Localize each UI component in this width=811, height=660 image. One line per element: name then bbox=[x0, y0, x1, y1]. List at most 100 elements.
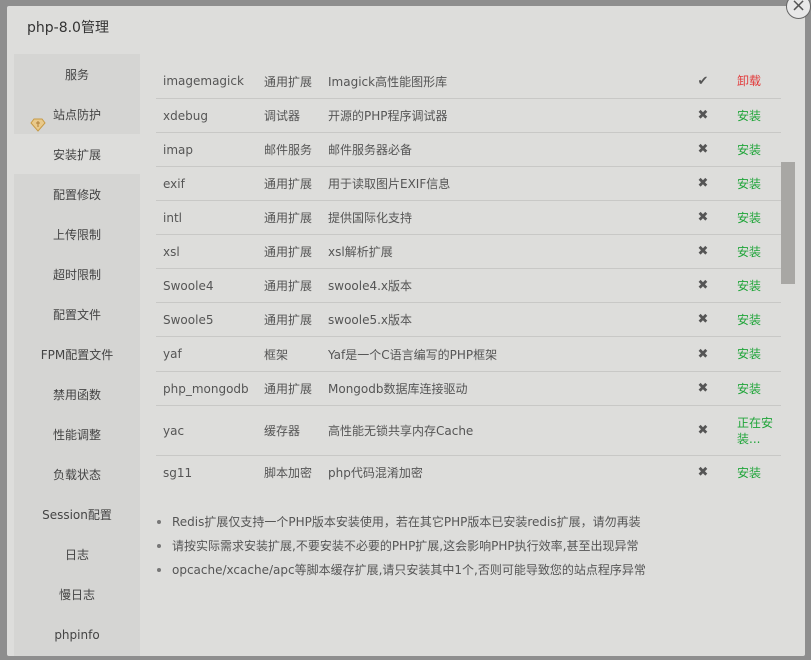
extension-name-text: Swoole4 bbox=[163, 278, 214, 293]
extensions-table[interactable]: imagemagick 通用扩展 Imagick高性能图形库 ✔ 卸载 xdebug 调试器… bbox=[156, 72, 781, 489]
table-row: yaf 框架 Yaf是一个C语言编写的PHP框架 ✖ 安装 bbox=[156, 337, 781, 372]
install-link[interactable]: 安装 bbox=[737, 235, 773, 268]
sidebar-item[interactable]: 性能调整 bbox=[14, 414, 140, 454]
extension-description-text: 用于读取图片EXIF信息 bbox=[328, 177, 451, 191]
table-row: Swoole4 通用扩展 swoole4.x版本 ✖ 安装 bbox=[156, 269, 781, 303]
sidebar-item-label: 慢日志 bbox=[58, 588, 95, 602]
extension-name-text: php_mongodb bbox=[163, 381, 249, 396]
install-link[interactable]: 正在安装... bbox=[737, 406, 773, 455]
install-link[interactable]: 安装 bbox=[737, 201, 773, 234]
extension-name-text: xdebug bbox=[163, 108, 208, 123]
extension-description-text: Mongodb数据库连接驱动 bbox=[328, 382, 468, 396]
sidebar-item[interactable]: Session配置 bbox=[14, 494, 140, 534]
sidebar-item[interactable]: 超时限制 bbox=[14, 254, 140, 294]
sidebar-item[interactable]: 服务 bbox=[14, 54, 140, 94]
sidebar-item-label: 服务 bbox=[64, 68, 89, 82]
tip-item: 请按实际需求安装扩展,不要安装不必要的PHP扩展,这会影响PHP执行效率,甚至出… bbox=[156, 534, 776, 558]
sidebar-item[interactable]: 上传限制 bbox=[14, 214, 140, 254]
not-installed-x-icon-text: ✖ bbox=[697, 312, 709, 327]
extension-type: 通用扩展 bbox=[264, 167, 312, 200]
install-link-text[interactable]: 安装 bbox=[737, 142, 761, 158]
extension-type: 通用扩展 bbox=[264, 303, 312, 336]
install-link-text[interactable]: 安装 bbox=[737, 278, 761, 294]
not-installed-x-icon-text: ✖ bbox=[697, 381, 709, 396]
installed-check-icon: ✔ bbox=[696, 72, 710, 98]
install-link-text[interactable]: 安装 bbox=[737, 244, 761, 260]
extension-type-text: 缓存器 bbox=[264, 424, 301, 438]
extension-name-text: xsl bbox=[163, 244, 180, 259]
extension-description-text: 邮件服务器必备 bbox=[328, 143, 413, 157]
install-link[interactable]: 安装 bbox=[737, 167, 773, 200]
install-link[interactable]: 安装 bbox=[737, 372, 773, 405]
tip-item: opcache/xcache/apc等脚本缓存扩展,请只安装其中1个,否则可能导… bbox=[156, 558, 776, 582]
extension-description: swoole5.x版本 bbox=[328, 303, 412, 336]
install-link[interactable]: 安装 bbox=[737, 99, 773, 132]
sidebar-item-label: 禁用函数 bbox=[52, 388, 101, 402]
sidebar-item[interactable]: 慢日志 bbox=[14, 574, 140, 614]
close-button[interactable]: × bbox=[786, 0, 811, 19]
sidebar-item-label: 安装扩展 bbox=[52, 148, 101, 162]
extension-type: 通用扩展 bbox=[264, 372, 312, 405]
install-link-text[interactable]: 正在安装... bbox=[737, 415, 773, 447]
extension-type: 脚本加密 bbox=[264, 456, 312, 489]
not-installed-x-icon-text: ✖ bbox=[697, 210, 709, 225]
table-row: xsl 通用扩展 xsl解析扩展 ✖ 安装 bbox=[156, 235, 781, 269]
uninstall-link[interactable]: 卸载 bbox=[737, 72, 773, 98]
uninstall-link-text[interactable]: 卸载 bbox=[737, 73, 761, 89]
install-link-text[interactable]: 安装 bbox=[737, 108, 761, 124]
sidebar-item[interactable]: 站点防护 bbox=[14, 94, 140, 134]
install-link[interactable]: 安装 bbox=[737, 133, 773, 166]
install-link-text[interactable]: 安装 bbox=[737, 312, 761, 328]
install-link-text[interactable]: 安装 bbox=[737, 210, 761, 226]
sidebar-item[interactable]: 配置文件 bbox=[14, 294, 140, 334]
install-link-text[interactable]: 安装 bbox=[737, 381, 761, 397]
install-link[interactable]: 安装 bbox=[737, 269, 773, 302]
shield-icon bbox=[30, 107, 46, 132]
installed-check-icon-text: ✔ bbox=[697, 73, 709, 89]
not-installed-x-icon-text: ✖ bbox=[697, 346, 709, 362]
install-link-text[interactable]: 安装 bbox=[737, 465, 761, 481]
sidebar-item[interactable]: FPM配置文件 bbox=[14, 334, 140, 374]
extension-description: 邮件服务器必备 bbox=[328, 133, 412, 166]
not-installed-x-icon-text: ✖ bbox=[697, 142, 709, 157]
not-installed-x-icon-text: ✖ bbox=[697, 465, 709, 480]
extension-name: xsl bbox=[163, 235, 180, 268]
not-installed-x-icon: ✖ bbox=[696, 269, 710, 302]
extension-description: xsl解析扩展 bbox=[328, 235, 393, 268]
sidebar-item-label: 配置文件 bbox=[52, 308, 101, 322]
sidebar-item[interactable]: 负载状态 bbox=[14, 454, 140, 494]
install-link[interactable]: 安装 bbox=[737, 337, 773, 371]
install-link-text[interactable]: 安装 bbox=[737, 346, 761, 362]
extension-name-text: exif bbox=[163, 176, 185, 191]
not-installed-x-icon: ✖ bbox=[696, 167, 710, 200]
extension-name-text: imagemagick bbox=[163, 74, 244, 88]
not-installed-x-icon: ✖ bbox=[696, 337, 710, 371]
extension-type-text: 通用扩展 bbox=[264, 211, 313, 225]
scrollbar-thumb[interactable] bbox=[781, 162, 795, 284]
sidebar-item[interactable]: 禁用函数 bbox=[14, 374, 140, 414]
not-installed-x-icon: ✖ bbox=[696, 303, 710, 336]
table-row: intl 通用扩展 提供国际化支持 ✖ 安装 bbox=[156, 201, 781, 235]
sidebar-item-label: 超时限制 bbox=[52, 268, 101, 282]
table-scrollbar[interactable] bbox=[781, 72, 795, 489]
sidebar-item-label: 配置修改 bbox=[52, 188, 101, 202]
extension-description: php代码混淆加密 bbox=[328, 456, 423, 489]
extension-type-text: 通用扩展 bbox=[264, 177, 313, 191]
table-row: php_mongodb 通用扩展 Mongodb数据库连接驱动 ✖ 安装 bbox=[156, 372, 781, 406]
not-installed-x-icon: ✖ bbox=[696, 372, 710, 405]
sidebar-item[interactable]: 配置修改 bbox=[14, 174, 140, 214]
extension-type-text: 调试器 bbox=[264, 109, 301, 123]
install-link[interactable]: 安装 bbox=[737, 303, 773, 336]
extension-type: 通用扩展 bbox=[264, 201, 312, 234]
tip-item: Redis扩展仅支持一个PHP版本安装使用，若在其它PHP版本已安装redis扩… bbox=[156, 510, 776, 534]
sidebar-item[interactable]: 日志 bbox=[14, 534, 140, 574]
extension-name-text: intl bbox=[163, 210, 182, 225]
sidebar-item-label: 性能调整 bbox=[52, 428, 101, 442]
sidebar-item[interactable]: phpinfo bbox=[14, 614, 140, 654]
install-link[interactable]: 安装 bbox=[737, 456, 773, 489]
sidebar-item[interactable]: 安装扩展 bbox=[14, 134, 140, 174]
sidebar-item-label: 上传限制 bbox=[52, 228, 101, 242]
table-row: xdebug 调试器 开源的PHP程序调试器 ✖ 安装 bbox=[156, 99, 781, 133]
install-link-text[interactable]: 安装 bbox=[737, 176, 761, 192]
extension-type: 框架 bbox=[264, 337, 288, 371]
